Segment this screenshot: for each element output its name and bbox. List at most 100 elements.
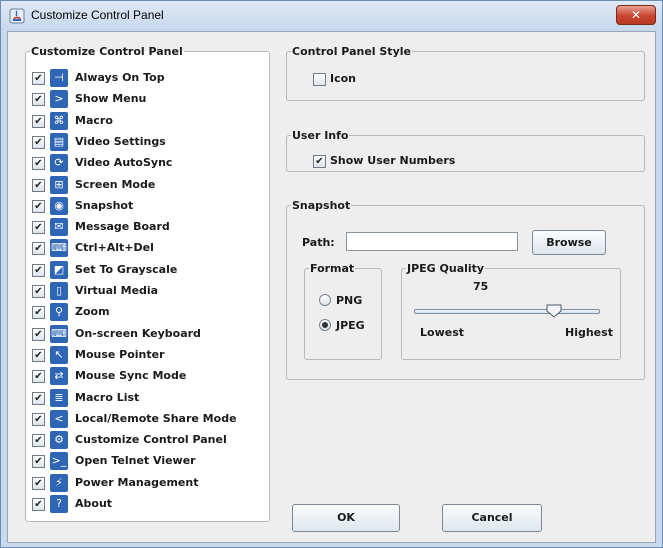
screen-mode-icon: ⊞: [50, 175, 68, 194]
help-icon: ?: [50, 495, 68, 513]
jpeg-radio[interactable]: [319, 319, 331, 331]
highest-label: Highest: [565, 326, 613, 339]
feature-item[interactable]: ✔ ⌘ Macro: [32, 111, 252, 131]
mouse-pointer-icon: ↖: [50, 345, 68, 364]
show-user-numbers-label: Show User Numbers: [330, 154, 456, 167]
feature-checkbox[interactable]: ✔: [32, 263, 45, 277]
macro-icon: ⌘: [50, 111, 68, 130]
mouse-sync-icon: ⇄: [50, 367, 68, 386]
feature-item[interactable]: ✔ < Local/Remote Share Mode: [32, 409, 252, 429]
features-group-legend: Customize Control Panel: [31, 45, 183, 58]
feature-label: Mouse Sync Mode: [75, 369, 187, 383]
feature-item[interactable]: ✔ > Show Menu: [32, 89, 252, 109]
feature-checkbox[interactable]: ✔: [32, 157, 45, 171]
feature-label: Virtual Media: [75, 284, 159, 297]
feature-label: On-screen Keyboard: [75, 326, 201, 340]
feature-label: Mouse Pointer: [75, 347, 165, 361]
feature-checkbox[interactable]: ✔: [32, 306, 45, 320]
feature-label: Set To Grayscale: [75, 262, 178, 276]
feature-item[interactable]: ✔? About: [32, 494, 252, 514]
power-icon: ⚡: [50, 473, 68, 492]
feature-item[interactable]: ✔ ⚡ Power Management: [32, 473, 252, 493]
customize-icon: ⚙: [50, 431, 68, 450]
feature-label: Screen Mode: [75, 177, 156, 191]
feature-checkbox[interactable]: ✔: [32, 93, 45, 107]
video-settings-icon: ▤: [50, 132, 68, 151]
usb-drive-icon: ▯: [50, 282, 68, 300]
feature-item[interactable]: ✔ ⇄ Mouse Sync Mode: [32, 366, 252, 386]
feature-checkbox[interactable]: ✔: [32, 498, 45, 511]
feature-checkbox[interactable]: ✔: [32, 72, 45, 85]
browse-button[interactable]: Browse: [532, 230, 606, 255]
feature-label: Snapshot: [75, 198, 134, 212]
feature-label: Customize Control Panel: [75, 433, 227, 447]
icon-style-label: Icon: [330, 72, 357, 85]
feature-item[interactable]: ✔ ⚲ Zoom: [32, 302, 252, 322]
feature-checkbox[interactable]: ✔: [32, 199, 45, 213]
feature-item[interactable]: ✔ ⊞ Screen Mode: [32, 175, 252, 195]
feature-item[interactable]: ✔ ⌨ On-screen Keyboard: [32, 324, 252, 344]
jpeg-quality-value: 75: [473, 280, 489, 293]
jpeg-quality-slider[interactable]: [414, 309, 600, 314]
feature-item[interactable]: ✔ ◉ Snapshot: [32, 196, 252, 216]
keyboard-icon: ⌨: [50, 324, 68, 343]
control-panel-style-legend: Control Panel Style: [292, 45, 411, 58]
grayscale-icon: ◩: [50, 260, 68, 279]
feature-checkbox[interactable]: ✔: [32, 412, 45, 426]
feature-checkbox[interactable]: ✔: [32, 476, 45, 490]
png-radio[interactable]: [319, 294, 331, 306]
features-group: Customize Control Panel ✔ ⊣ Always On Top ✔…: [25, 45, 270, 522]
show-user-numbers-checkbox[interactable]: ✔: [313, 155, 326, 168]
chevron-right-icon: >: [50, 90, 68, 109]
snapshot-legend: Snapshot: [292, 199, 351, 212]
jpeg-quality-legend: JPEG Quality: [407, 262, 485, 275]
feature-item[interactable]: ✔ ⟳ Video AutoSync: [32, 153, 252, 173]
feature-label: Local/Remote Share Mode: [75, 411, 237, 425]
feature-checkbox[interactable]: ✔: [32, 221, 45, 235]
title-bar[interactable]: Customize Control Panel ✕: [1, 1, 662, 31]
feature-label: Ctrl+Alt+Del: [75, 241, 154, 255]
feature-item[interactable]: ✔ >_ Open Telnet Viewer: [32, 451, 252, 471]
ok-button[interactable]: OK: [292, 504, 400, 532]
feature-checkbox[interactable]: ✔: [32, 455, 45, 469]
feature-checkbox[interactable]: ✔: [32, 391, 45, 405]
path-input[interactable]: [346, 232, 518, 251]
feature-item[interactable]: ✔ ⌨ Ctrl+Alt+Del: [32, 238, 252, 258]
feature-item[interactable]: ✔ ◩ Set To Grayscale: [32, 260, 252, 280]
java-app-icon: [9, 8, 25, 24]
feature-checkbox[interactable]: ✔: [32, 327, 45, 341]
icon-style-checkbox[interactable]: [313, 73, 326, 86]
slider-thumb[interactable]: [546, 304, 562, 318]
feature-checkbox[interactable]: ✔: [32, 242, 45, 256]
feature-checkbox[interactable]: ✔: [32, 178, 45, 192]
feature-label: Macro List: [75, 390, 140, 404]
cancel-button[interactable]: Cancel: [442, 504, 542, 532]
feature-item[interactable]: ✔ ≣ Macro List: [32, 388, 252, 408]
feature-label: Video Settings: [75, 134, 166, 148]
feature-label: About: [75, 497, 113, 510]
close-button[interactable]: ✕: [616, 5, 656, 25]
feature-item[interactable]: ✔ ⚙ Customize Control Panel: [32, 430, 252, 450]
feature-label: Power Management: [75, 475, 199, 489]
feature-item[interactable]: ✔ ▤ Video Settings: [32, 132, 252, 152]
jpeg-label: JPEG: [336, 319, 365, 332]
feature-item[interactable]: ✔ ⊣ Always On Top: [32, 68, 252, 88]
macro-list-icon: ≣: [50, 388, 68, 407]
dialog-body: Customize Control Panel ✔ ⊣ Always On Top ✔…: [7, 31, 656, 543]
feature-label: Macro: [75, 113, 113, 127]
feature-item[interactable]: ✔ ✉ Message Board: [32, 217, 252, 237]
feature-label: Open Telnet Viewer: [75, 454, 196, 468]
camera-icon: ◉: [50, 196, 68, 215]
feature-label: Always On Top: [75, 71, 165, 84]
feature-label: Show Menu: [75, 92, 147, 106]
feature-label: Video AutoSync: [75, 156, 173, 170]
keyboard-keys-icon: ⌨: [50, 239, 68, 258]
feature-checkbox[interactable]: ✔: [32, 114, 45, 128]
feature-checkbox[interactable]: ✔: [32, 135, 45, 149]
feature-checkbox[interactable]: ✔: [32, 348, 45, 362]
feature-checkbox[interactable]: ✔: [32, 434, 45, 448]
feature-item[interactable]: ✔ ↖ Mouse Pointer: [32, 345, 252, 365]
feature-checkbox[interactable]: ✔: [32, 285, 45, 298]
feature-item[interactable]: ✔ ▯ Virtual Media: [32, 281, 252, 301]
feature-checkbox[interactable]: ✔: [32, 370, 45, 384]
